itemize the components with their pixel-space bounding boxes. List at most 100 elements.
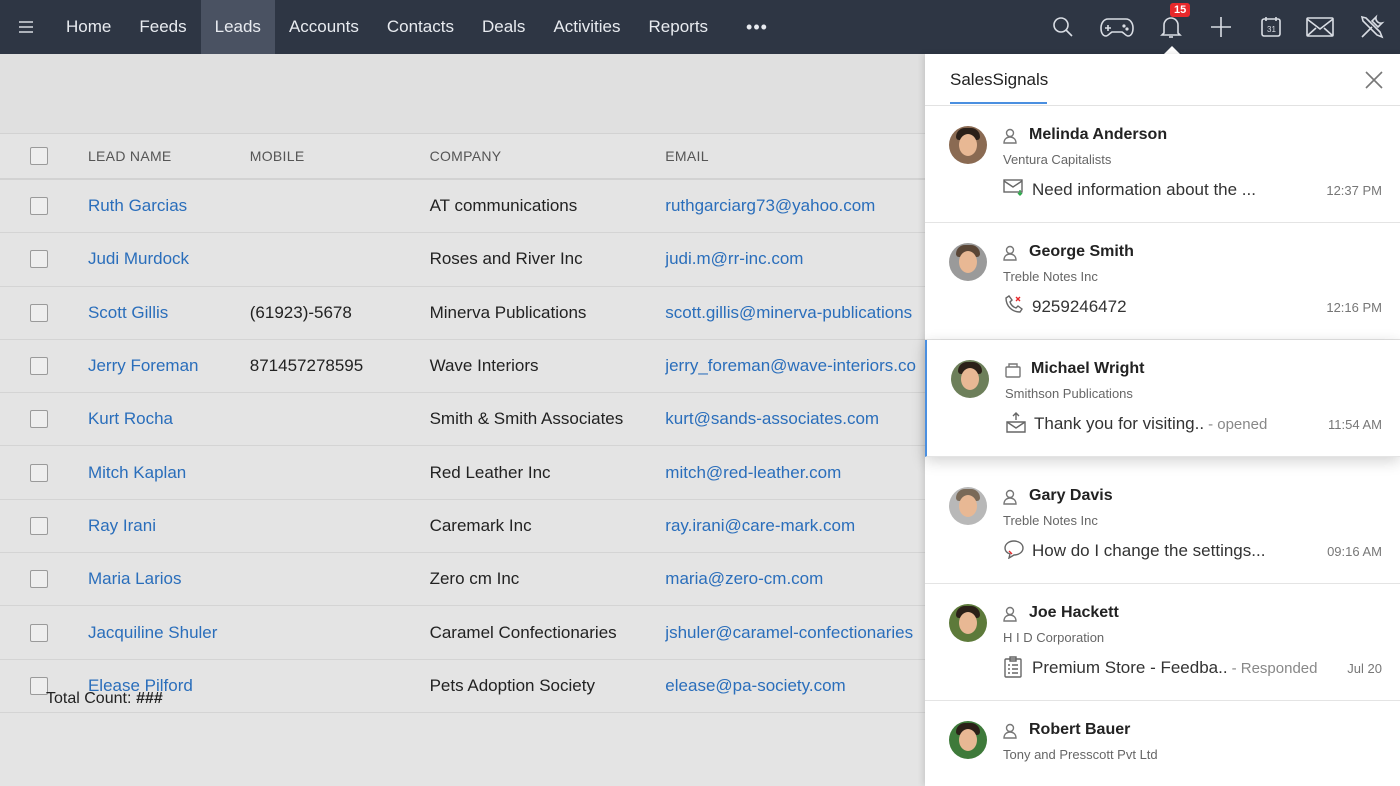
lead-name-link[interactable]: Scott Gillis [78, 303, 250, 323]
lead-name-link[interactable]: Kurt Rocha [78, 409, 250, 429]
signal-item[interactable]: Gary Davis Treble Notes Inc How do I cha… [925, 467, 1400, 584]
signal-contact-name[interactable]: Gary Davis [1029, 487, 1113, 505]
avatar [949, 721, 987, 759]
column-mobile[interactable]: MOBILE [250, 148, 430, 164]
lead-name-link[interactable]: Mitch Kaplan [78, 463, 250, 483]
signal-time: 09:16 AM [1327, 544, 1382, 559]
nav-deals[interactable]: Deals [468, 0, 539, 54]
column-email[interactable]: EMAIL [665, 148, 925, 164]
signal-contact-name[interactable]: Michael Wright [1031, 360, 1145, 378]
person-icon [1003, 606, 1017, 627]
lead-email-link[interactable]: scott.gillis@minerva-publications [665, 303, 925, 323]
lead-email-link[interactable]: judi.m@rr-inc.com [665, 249, 925, 269]
nav-more-button[interactable]: ••• [722, 17, 792, 38]
table-row: Judi Murdock Roses and River Inc judi.m@… [0, 233, 925, 287]
signal-company: Treble Notes Inc [1003, 513, 1098, 528]
chat-icon [1003, 539, 1025, 564]
signal-contact-name[interactable]: Melinda Anderson [1029, 126, 1167, 144]
nav-activities[interactable]: Activities [539, 0, 634, 54]
search-icon[interactable] [1038, 0, 1088, 54]
signal-item[interactable]: Joe Hackett H I D Corporation Premium St… [925, 584, 1400, 701]
signal-item[interactable]: Melinda Anderson Ventura Capitalists Nee… [925, 106, 1400, 223]
nav-contacts[interactable]: Contacts [373, 0, 468, 54]
lead-email-link[interactable]: mitch@red-leather.com [665, 463, 925, 483]
campaign-contact-icon [1005, 362, 1021, 383]
table-row: Ray Irani Caremark Inc ray.irani@care-ma… [0, 500, 925, 554]
lead-name-link[interactable]: Jerry Foreman [78, 356, 250, 376]
signal-text: Need information about the ... [1032, 180, 1256, 199]
signal-company: Treble Notes Inc [1003, 269, 1098, 284]
lead-company: Minerva Publications [429, 302, 587, 322]
lead-name-link[interactable]: Maria Larios [78, 569, 250, 589]
signal-contact-name[interactable]: Robert Bauer [1029, 721, 1130, 739]
signal-time: 12:37 PM [1326, 183, 1382, 198]
tab-sales-signals[interactable]: SalesSignals [950, 70, 1048, 104]
row-checkbox[interactable] [30, 250, 48, 269]
lead-email-link[interactable]: ruthgarciarg73@yahoo.com [665, 196, 925, 216]
column-lead-name[interactable]: LEAD NAME [78, 148, 250, 164]
lead-email-link[interactable]: elease@pa-society.com [665, 676, 925, 696]
signal-status: - opened [1208, 416, 1268, 433]
signal-contact-name[interactable]: George Smith [1029, 243, 1134, 261]
row-checkbox[interactable] [30, 463, 48, 482]
nav-home[interactable]: Home [52, 0, 125, 54]
gamepad-icon[interactable] [1088, 0, 1146, 54]
signal-company: Ventura Capitalists [1003, 152, 1112, 167]
person-icon [1003, 245, 1017, 266]
lead-company: Smith & Smith Associates [429, 409, 624, 429]
lead-company: AT communications [429, 196, 578, 216]
survey-icon [1003, 656, 1023, 683]
row-checkbox[interactable] [30, 570, 48, 589]
lead-name-link[interactable]: Ruth Garcias [78, 196, 250, 216]
signal-item[interactable]: Robert Bauer Tony and Presscott Pvt Ltd [925, 701, 1400, 786]
lead-company: Caremark Inc [429, 515, 532, 535]
missed-call-icon [1003, 295, 1025, 320]
lead-email-link[interactable]: jerry_foreman@wave-interiors.co [665, 356, 925, 376]
plus-icon[interactable] [1196, 0, 1246, 54]
lead-company: Wave Interiors [429, 356, 539, 376]
lead-name-link[interactable]: Ray Irani [78, 516, 250, 536]
leads-list-view: LEAD NAME MOBILE COMPANY EMAIL Ruth Garc… [0, 54, 925, 786]
nav-reports[interactable]: Reports [635, 0, 723, 54]
nav-accounts[interactable]: Accounts [275, 0, 373, 54]
row-checkbox[interactable] [30, 303, 48, 322]
table-row: Jacquiline Shuler Caramel Confectionarie… [0, 606, 925, 660]
close-icon[interactable] [1362, 68, 1386, 92]
select-all-checkbox[interactable] [30, 147, 48, 165]
row-checkbox[interactable] [30, 197, 48, 216]
lead-name-link[interactable]: Judi Murdock [78, 249, 250, 269]
table-row: Kurt Rocha Smith & Smith Associates kurt… [0, 393, 925, 447]
lead-email-link[interactable]: jshuler@caramel-confectionaries [665, 623, 925, 643]
table-header: LEAD NAME MOBILE COMPANY EMAIL [0, 134, 925, 180]
row-checkbox[interactable] [30, 623, 48, 642]
hamburger-menu-icon[interactable] [0, 0, 52, 54]
lead-email-link[interactable]: maria@zero-cm.com [665, 569, 925, 589]
row-checkbox[interactable] [30, 410, 48, 429]
top-icon-group: 15 31 [1038, 0, 1400, 55]
row-checkbox[interactable] [30, 516, 48, 535]
bell-icon[interactable]: 15 [1146, 0, 1196, 55]
lead-email-link[interactable]: ray.irani@care-mark.com [665, 516, 925, 536]
lead-name-link[interactable]: Jacquiline Shuler [78, 623, 250, 643]
row-checkbox[interactable] [30, 357, 48, 376]
setup-tools-icon[interactable] [1344, 0, 1400, 54]
calendar-icon[interactable]: 31 [1246, 0, 1296, 54]
signal-item[interactable]: George Smith Treble Notes Inc 9259246472… [925, 223, 1400, 340]
signal-item[interactable]: Michael Wright Smithson Publications Tha… [925, 340, 1400, 457]
mail-icon[interactable] [1296, 0, 1344, 54]
signal-status: - Responded [1231, 660, 1318, 677]
column-company[interactable]: COMPANY [430, 148, 666, 164]
sales-signals-panel: SalesSignals Melinda Anderson Ventura Ca… [925, 54, 1400, 786]
nav-feeds[interactable]: Feeds [125, 0, 200, 54]
signal-company: Tony and Presscott Pvt Ltd [1003, 747, 1158, 762]
avatar [949, 487, 987, 525]
signal-message: Need information about the ... [1032, 180, 1256, 200]
signal-text: Premium Store - Feedba.. [1032, 658, 1228, 677]
total-count-value: ### [135, 690, 163, 707]
nav-leads[interactable]: Leads [200, 0, 275, 54]
signal-contact-name[interactable]: Joe Hackett [1029, 604, 1119, 622]
lead-email-link[interactable]: kurt@sands-associates.com [665, 409, 925, 429]
signal-text: Thank you for visiting.. [1034, 414, 1205, 433]
signal-company: H I D Corporation [1003, 630, 1105, 645]
list-toolbar [0, 54, 925, 134]
